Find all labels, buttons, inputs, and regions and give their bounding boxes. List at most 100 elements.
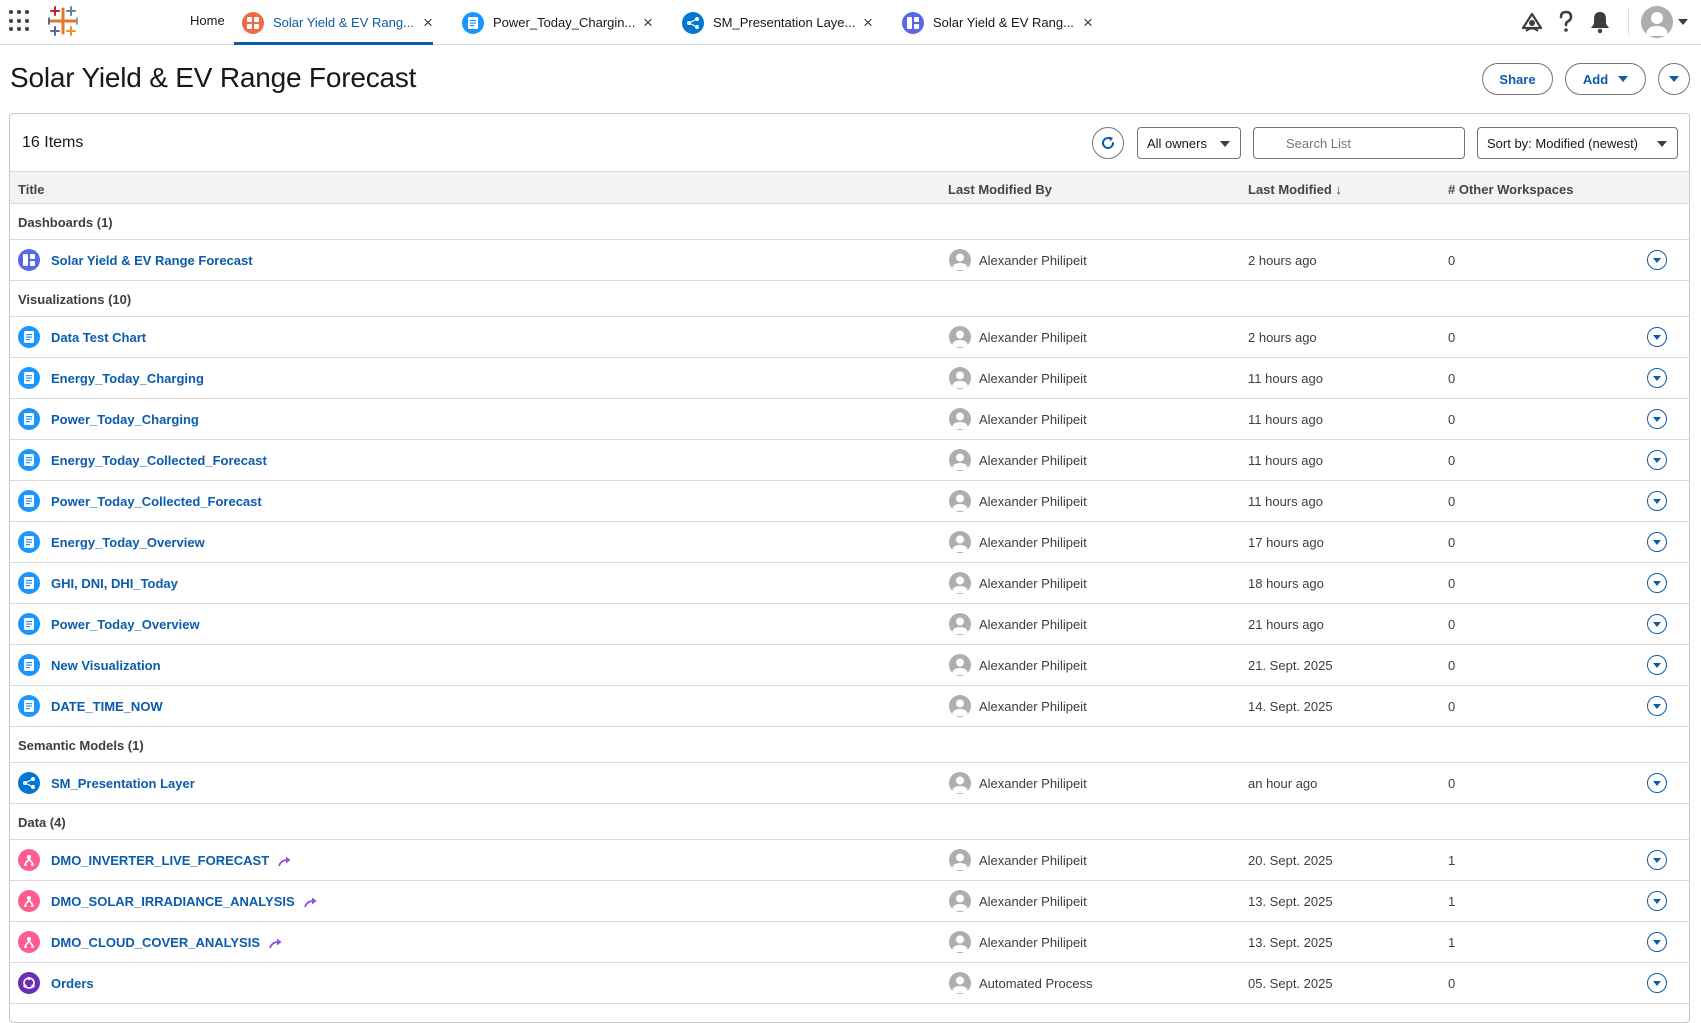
refresh-button[interactable] [1092,127,1124,159]
item-title-link[interactable]: Solar Yield & EV Range Forecast [51,253,253,268]
item-title-link[interactable]: Power_Today_Charging [51,412,199,427]
row-actions-button[interactable] [1647,891,1667,911]
item-title-link[interactable]: Data Test Chart [51,330,146,345]
last-modified-by[interactable]: Alexander Philipeit [979,371,1087,386]
column-header-other-workspaces[interactable]: # Other Workspaces [1448,182,1573,197]
row-actions-button[interactable] [1647,532,1667,552]
user-avatar [949,654,971,676]
item-title-link[interactable]: Power_Today_Collected_Forecast [51,494,262,509]
table-row[interactable]: DMO_SOLAR_IRRADIANCE_ANALYSIS Alexander P… [10,881,1689,922]
item-title-link[interactable]: DMO_SOLAR_IRRADIANCE_ANALYSIS [51,894,317,911]
row-actions-button[interactable] [1647,491,1667,511]
row-actions-button[interactable] [1647,932,1667,952]
row-actions-button[interactable] [1647,696,1667,716]
last-modified-by[interactable]: Alexander Philipeit [979,658,1087,673]
last-modified-by[interactable]: Alexander Philipeit [979,494,1087,509]
row-actions-button[interactable] [1647,655,1667,675]
last-modified-by[interactable]: Alexander Philipeit [979,776,1087,791]
item-title-link[interactable]: Energy_Today_Collected_Forecast [51,453,267,468]
row-actions-button[interactable] [1647,368,1667,388]
table-row[interactable]: Power_Today_Charging Alexander Philipeit 1… [10,399,1689,440]
connect-icon[interactable] [1516,6,1548,38]
last-modified-by[interactable]: Alexander Philipeit [979,699,1087,714]
last-modified-by[interactable]: Alexander Philipeit [979,453,1087,468]
tab-label: Power_Today_Chargin... [493,15,636,30]
last-modified-by[interactable]: Alexander Philipeit [979,576,1087,591]
tableau-logo-icon[interactable] [46,4,80,38]
last-modified-by[interactable]: Alexander Philipeit [979,330,1087,345]
owners-filter-select[interactable]: All owners [1137,127,1241,159]
chevron-down-icon [1653,335,1661,340]
last-modified-by[interactable]: Alexander Philipeit [979,617,1087,632]
item-title-link[interactable]: DMO_CLOUD_COVER_ANALYSIS [51,935,282,952]
last-modified-by[interactable]: Alexander Philipeit [979,535,1087,550]
table-row[interactable]: Data Test Chart Alexander Philipeit 2 hour… [10,317,1689,358]
row-actions-button[interactable] [1647,573,1667,593]
close-icon[interactable]: × [1083,14,1093,31]
sort-select[interactable]: Sort by: Modified (newest) [1477,127,1678,159]
table-row[interactable]: SM_Presentation Layer Alexander Philipeit… [10,763,1689,804]
search-input[interactable] [1253,127,1465,159]
help-icon[interactable] [1550,6,1582,38]
row-actions-button[interactable] [1647,250,1667,270]
column-header-title[interactable]: Title [18,182,45,197]
close-icon[interactable]: × [423,14,433,31]
item-title-link[interactable]: Orders [51,976,94,991]
last-modified-by[interactable]: Alexander Philipeit [979,253,1087,268]
table-row[interactable]: Orders Automated Process 05. Sept. 2025 0 [10,963,1689,1004]
page-title: Solar Yield & EV Range Forecast [10,62,417,93]
column-header-last-modified[interactable]: Last Modified ↓ [1248,182,1342,197]
last-modified-by[interactable]: Alexander Philipeit [979,935,1087,950]
row-actions-button[interactable] [1647,773,1667,793]
app-launcher-icon[interactable] [9,10,31,32]
item-title-link[interactable]: DMO_INVERTER_LIVE_FORECAST [51,853,291,870]
table-row[interactable]: DMO_CLOUD_COVER_ANALYSIS Alexander Philip… [10,922,1689,963]
table-row[interactable]: Solar Yield & EV Range Forecast Alexander… [10,240,1689,281]
chevron-down-icon[interactable] [1675,6,1691,38]
table-row[interactable]: Power_Today_Collected_Forecast Alexander … [10,481,1689,522]
item-title-link[interactable]: GHI, DNI, DHI_Today [51,576,178,591]
table-row[interactable]: DMO_INVERTER_LIVE_FORECAST Alexander Phil… [10,840,1689,881]
other-workspaces-count: 0 [1448,412,1456,427]
more-actions-button[interactable] [1658,63,1690,95]
item-title: Power_Today_Collected_Forecast [51,494,262,509]
share-button[interactable]: Share [1482,63,1553,95]
item-title-link[interactable]: DATE_TIME_NOW [51,699,163,714]
table-row[interactable]: Energy_Today_Collected_Forecast Alexander… [10,440,1689,481]
item-title-link[interactable]: SM_Presentation Layer [51,776,195,791]
table-row[interactable]: Energy_Today_Charging Alexander Philipeit… [10,358,1689,399]
close-icon[interactable]: × [643,14,653,31]
item-title-link[interactable]: New Visualization [51,658,161,673]
row-actions-button[interactable] [1647,450,1667,470]
last-modified-by[interactable]: Alexander Philipeit [979,853,1087,868]
chevron-down-icon [1653,417,1661,422]
row-actions-button[interactable] [1647,850,1667,870]
tab-sm-presentation-layer[interactable]: SM_Presentation Laye... × [682,0,873,45]
last-modified-by[interactable]: Alexander Philipeit [979,412,1087,427]
item-title-link[interactable]: Energy_Today_Overview [51,535,205,550]
last-modified-by[interactable]: Alexander Philipeit [979,894,1087,909]
notifications-icon[interactable] [1584,6,1616,38]
column-header-modified-by[interactable]: Last Modified By [948,182,1052,197]
table-row[interactable]: Energy_Today_Overview Alexander Philipeit… [10,522,1689,563]
home-tab[interactable]: Home [190,13,225,28]
last-modified-by[interactable]: Automated Process [979,976,1092,991]
tab-solar-yield-dashboard[interactable]: Solar Yield & EV Rang... × [234,0,433,45]
table-row[interactable]: GHI, DNI, DHI_Today Alexander Philipeit 18… [10,563,1689,604]
table-row[interactable]: DATE_TIME_NOW Alexander Philipeit 14. Sept… [10,686,1689,727]
table-row[interactable]: New Visualization Alexander Philipeit 21. … [10,645,1689,686]
tab-power-today-charging[interactable]: Power_Today_Chargin... × [462,0,653,45]
item-title-link[interactable]: Power_Today_Overview [51,617,200,632]
row-actions-button[interactable] [1647,327,1667,347]
row-actions-button[interactable] [1647,614,1667,634]
item-title-link[interactable]: Energy_Today_Charging [51,371,204,386]
item-title: DMO_INVERTER_LIVE_FORECAST [51,853,270,868]
close-icon[interactable]: × [863,14,873,31]
chevron-down-icon [1653,899,1661,904]
tab-solar-yield-dashboard-2[interactable]: Solar Yield & EV Rang... × [902,0,1093,45]
add-button[interactable]: Add [1565,63,1646,95]
row-actions-button[interactable] [1647,409,1667,429]
user-avatar-icon[interactable] [1641,6,1673,38]
row-actions-button[interactable] [1647,973,1667,993]
table-row[interactable]: Power_Today_Overview Alexander Philipeit 2… [10,604,1689,645]
